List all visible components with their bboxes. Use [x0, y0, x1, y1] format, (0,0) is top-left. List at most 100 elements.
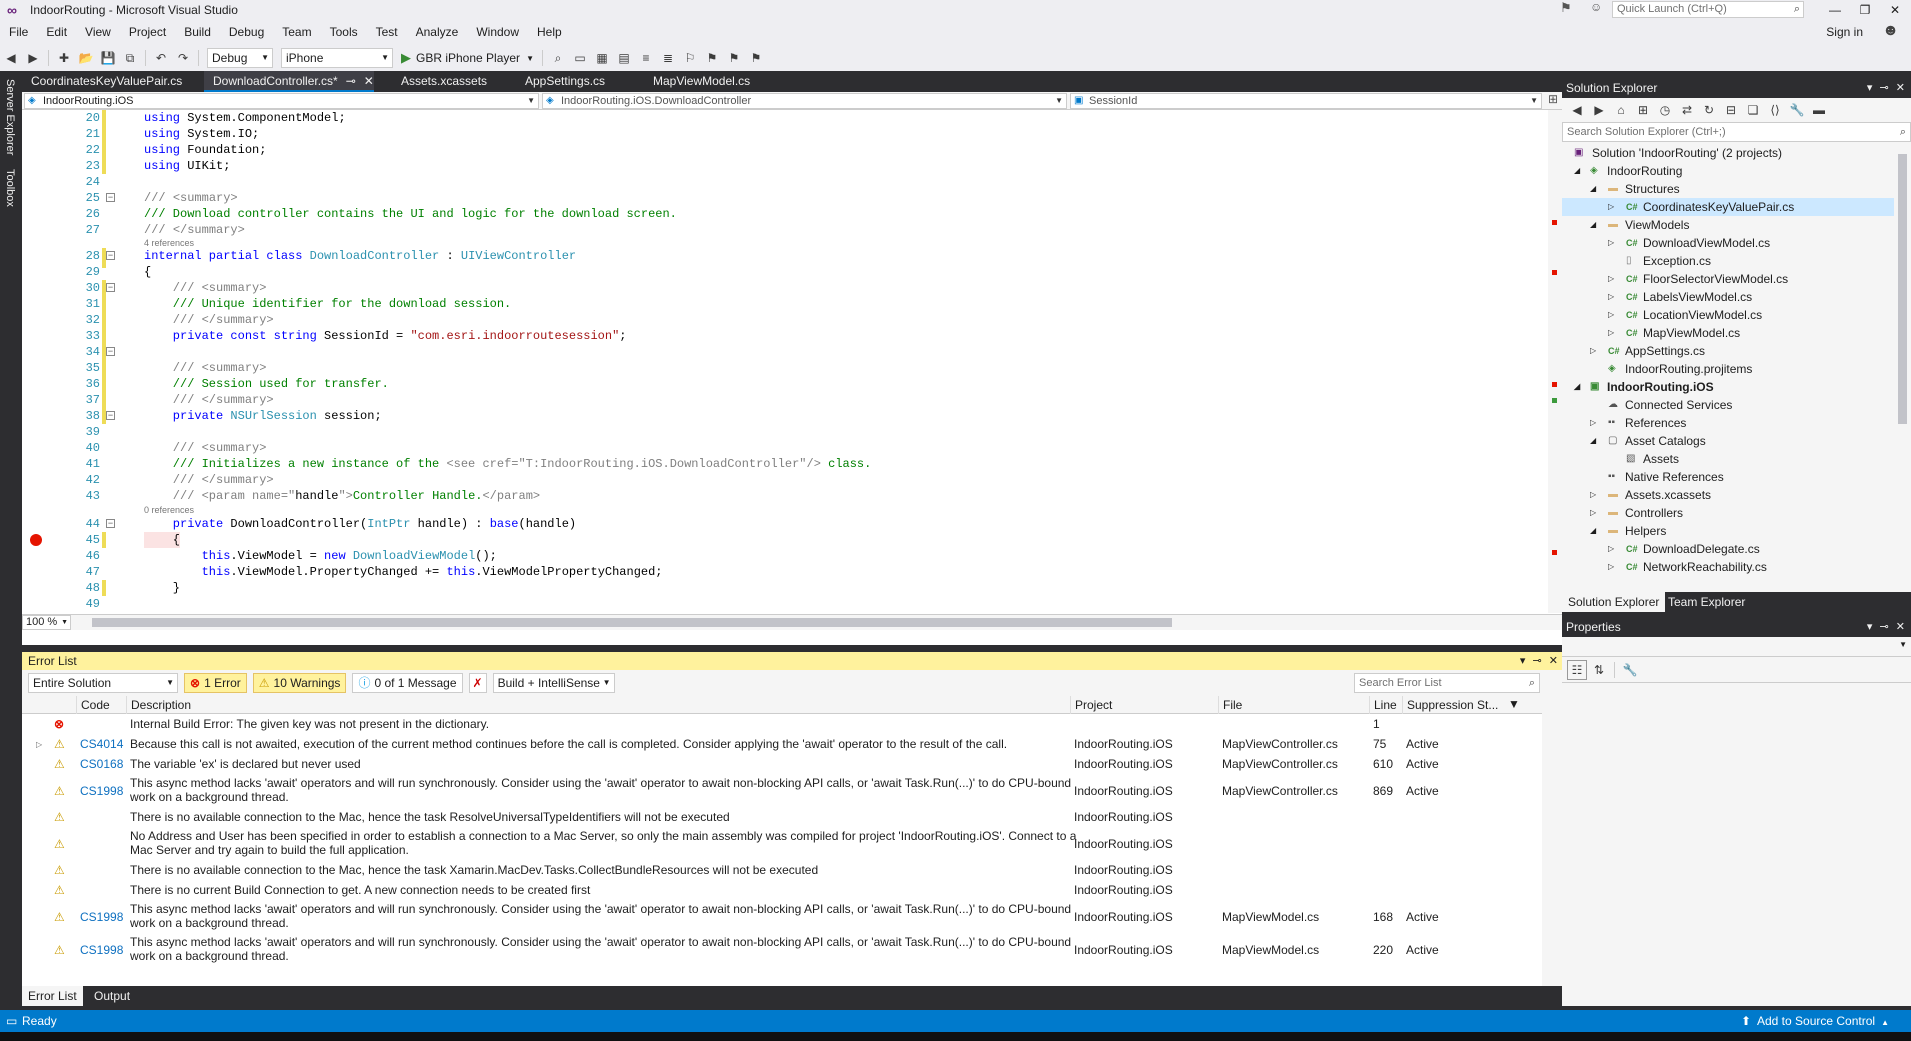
row-code[interactable]: CS1998	[80, 943, 123, 957]
tab-app-settings[interactable]: AppSettings.cs	[516, 71, 626, 92]
quick-launch-input[interactable]: Quick Launch (Ctrl+Q) ⌕	[1612, 1, 1804, 18]
solution-platform-dropdown[interactable]: iPhone ▼	[281, 48, 393, 68]
open-file-icon[interactable]: 📂	[76, 48, 96, 68]
member-dropdown[interactable]: ▣ SessionId ▼	[1070, 93, 1542, 109]
save-all-icon[interactable]: ⧉	[120, 48, 140, 68]
menu-view[interactable]: View	[76, 20, 120, 45]
expand-arrow-icon[interactable]: ▷	[1608, 234, 1614, 252]
type-dropdown[interactable]: ◈ IndoorRouting.iOS.DownloadController ▼	[542, 93, 1067, 109]
table-row[interactable]: ▷ ⚠ CS4014 Because this call is not awai…	[22, 734, 1542, 754]
menu-project[interactable]: Project	[120, 20, 175, 45]
table-row[interactable]: ⚠ There is no current Build Connection t…	[22, 880, 1542, 900]
next-bookmark-icon[interactable]: ⚑	[724, 48, 744, 68]
column-header-description[interactable]: Description	[126, 696, 1070, 714]
menu-analyze[interactable]: Analyze	[407, 20, 468, 45]
editor-gutter[interactable]: 20 21 22 23 24 25 26 27 28 29 30 31 32 3…	[22, 110, 115, 613]
collapse-arrow-icon[interactable]: ◢	[1574, 162, 1580, 180]
pin-icon[interactable]: ⊸	[346, 74, 356, 88]
forward-icon[interactable]: ▶	[1589, 100, 1609, 120]
expand-row-icon[interactable]: ▷	[36, 738, 42, 752]
toolbox-tab[interactable]: Toolbox	[4, 169, 16, 207]
navigate-back-icon[interactable]: ◀	[1, 48, 21, 68]
tree-item-native-references[interactable]: ▪▪ Native References	[1562, 468, 1894, 486]
close-button[interactable]: ✕	[1875, 0, 1911, 20]
column-header-project[interactable]: Project	[1070, 696, 1218, 714]
comment-icon[interactable]: ≡	[636, 48, 656, 68]
table-row[interactable]: ⊗ Internal Build Error: The given key wa…	[22, 714, 1542, 734]
collapse-arrow-icon[interactable]: ◢	[1590, 216, 1596, 234]
project-dropdown[interactable]: ◈ IndoorRouting.iOS ▼	[24, 93, 539, 109]
editor-horizontal-scrollbar[interactable]	[92, 618, 1172, 627]
home-icon[interactable]: ⌂	[1611, 100, 1631, 120]
preview-icon[interactable]: ▬	[1809, 100, 1829, 120]
add-to-source-control-button[interactable]: ⬆ Add to Source Control ▲	[1741, 1010, 1889, 1034]
row-code[interactable]: CS1998	[80, 910, 123, 924]
table-row[interactable]: ⚠ No Address and User has been specified…	[22, 827, 1542, 860]
show-all-files-icon[interactable]: ❏	[1743, 100, 1763, 120]
tree-item-folder-controllers[interactable]: ▷ ▬ Controllers	[1562, 504, 1894, 522]
menu-tools[interactable]: Tools	[321, 20, 367, 45]
expand-arrow-icon[interactable]: ▷	[1608, 198, 1614, 216]
start-debugging-button[interactable]: ▶ GBR iPhone Player ▼	[401, 50, 534, 66]
redo-icon[interactable]: ↷	[173, 48, 193, 68]
collapse-arrow-icon[interactable]: ◢	[1590, 180, 1596, 198]
expand-arrow-icon[interactable]: ▷	[1608, 270, 1614, 288]
table-row[interactable]: ⚠ There is no available connection to th…	[22, 860, 1542, 880]
errors-filter-button[interactable]: ⊗ 1 Error	[184, 673, 247, 693]
user-account-icon[interactable]: ☻	[1882, 22, 1899, 40]
collapse-arrow-icon[interactable]: ◢	[1590, 522, 1596, 540]
solution-configuration-dropdown[interactable]: Debug ▼	[207, 48, 273, 68]
menu-test[interactable]: Test	[367, 20, 407, 45]
tree-item-file-projitems[interactable]: ◈ IndoorRouting.projitems	[1562, 360, 1894, 378]
panel-controls[interactable]: ▾ ⊸ ✕	[1867, 78, 1905, 98]
alphabetical-icon[interactable]: ⇅	[1589, 660, 1609, 680]
solution-explorer-scrollbar[interactable]	[1894, 144, 1911, 588]
tree-item-file-networkreachability[interactable]: ▷ C# NetworkReachability.cs	[1562, 558, 1894, 576]
column-header-line[interactable]: Line	[1369, 696, 1402, 714]
menu-debug[interactable]: Debug	[220, 20, 273, 45]
bookmark-icon[interactable]: ⚐	[680, 48, 700, 68]
tab-team-explorer[interactable]: Team Explorer	[1662, 592, 1751, 612]
column-header-code[interactable]: Code	[76, 696, 126, 714]
messages-filter-button[interactable]: ⓘ 0 of 1 Message	[352, 673, 463, 693]
tree-item-asset-catalogs[interactable]: ◢ ▢ Asset Catalogs	[1562, 432, 1894, 450]
prev-bookmark-icon[interactable]: ⚑	[702, 48, 722, 68]
switch-views-icon[interactable]: ⊞	[1633, 100, 1653, 120]
tree-item-file-floorselectorviewmodel[interactable]: ▷ C# FloorSelectorViewModel.cs	[1562, 270, 1894, 288]
codelens-references[interactable]: 0 references	[144, 505, 194, 515]
tab-coordinates-key-value-pair[interactable]: CoordinatesKeyValuePair.cs	[22, 71, 182, 92]
code-text-area[interactable]: using System.ComponentModel; using Syste…	[114, 110, 1562, 613]
tree-item-solution[interactable]: ▣ Solution 'IndoorRouting' (2 projects)	[1562, 144, 1894, 162]
row-code[interactable]: CS0168	[80, 757, 123, 771]
tab-solution-explorer[interactable]: Solution Explorer	[1562, 592, 1666, 612]
tree-item-file-mapviewmodel[interactable]: ▷ C# MapViewModel.cs	[1562, 324, 1894, 342]
expand-arrow-icon[interactable]: ▷	[1608, 288, 1614, 306]
properties-object-dropdown[interactable]: ▼	[1562, 637, 1911, 657]
tree-item-folder-assets-xcassets[interactable]: ▷ ▬ Assets.xcassets	[1562, 486, 1894, 504]
tree-item-folder-helpers[interactable]: ◢ ▬ Helpers	[1562, 522, 1894, 540]
error-list-search-input[interactable]: Search Error List ⌕	[1354, 673, 1540, 693]
tree-item-file-exception[interactable]: ▯ Exception.cs	[1562, 252, 1894, 270]
sign-in-link[interactable]: Sign in	[1826, 20, 1863, 45]
tree-item-file-coordinateskeyvaluepair[interactable]: ▷ C# CoordinatesKeyValuePair.cs	[1562, 198, 1894, 216]
collapse-arrow-icon[interactable]: ◢	[1574, 378, 1580, 396]
error-list-vertical-scrollbar[interactable]	[1544, 696, 1560, 996]
tab-download-controller[interactable]: DownloadController.cs* ⊸ ✕	[204, 71, 374, 92]
build-source-dropdown[interactable]: Build + IntelliSense ▼	[492, 673, 615, 693]
tab-map-view-model[interactable]: MapViewModel.cs	[644, 71, 774, 92]
close-tab-icon[interactable]: ✕	[364, 74, 374, 88]
find-in-files-icon[interactable]: ⌕	[548, 48, 568, 68]
filter-icon[interactable]: ▼	[1508, 697, 1520, 711]
refresh-icon[interactable]: ↻	[1699, 100, 1719, 120]
menu-help[interactable]: Help	[528, 20, 571, 45]
expand-arrow-icon[interactable]: ▷	[1608, 324, 1614, 342]
view-code-icon[interactable]: ⟨⟩	[1765, 100, 1785, 120]
expand-arrow-icon[interactable]: ▷	[1590, 414, 1596, 432]
collapse-arrow-icon[interactable]: ◢	[1590, 432, 1596, 450]
tree-item-folder-viewmodels[interactable]: ◢ ▬ ViewModels	[1562, 216, 1894, 234]
table-row[interactable]: ⚠ There is no available connection to th…	[22, 807, 1542, 827]
layout-icon[interactable]: ▤	[614, 48, 634, 68]
warnings-filter-button[interactable]: ⚠ 10 Warnings	[252, 673, 347, 693]
notifications-flag-icon[interactable]: ⚑	[1560, 0, 1572, 16]
tree-item-assets[interactable]: ▧ Assets	[1562, 450, 1894, 468]
